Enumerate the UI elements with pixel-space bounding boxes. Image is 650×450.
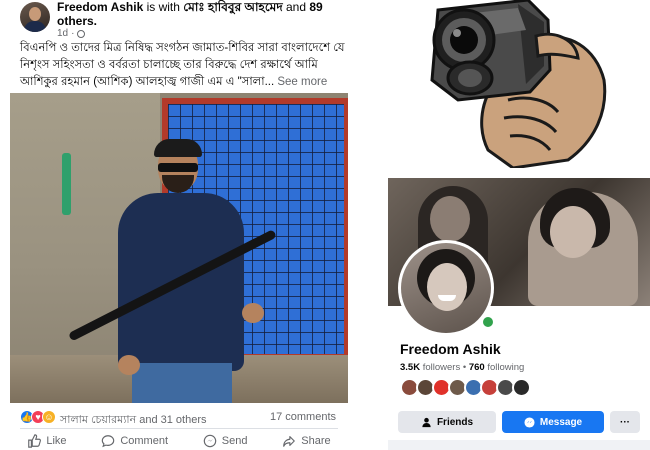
mutual-friends-avatars[interactable]	[400, 378, 531, 397]
profile-bottom-strip	[388, 440, 650, 450]
photo-man-sunglasses	[158, 163, 198, 172]
thumbs-up-icon	[28, 434, 42, 448]
profile-picture[interactable]	[398, 240, 494, 336]
followers-label[interactable]: followers	[423, 362, 461, 373]
and-text: and	[285, 0, 307, 14]
haha-reaction-icon: ☺	[42, 410, 56, 424]
following-count[interactable]: 760	[469, 362, 485, 373]
comments-count[interactable]: 17 comments	[270, 411, 336, 423]
share-label: Share	[301, 435, 331, 447]
gun-pointing-illustration	[430, 0, 607, 168]
friends-icon	[422, 417, 431, 427]
post-header: Freedom Ashik is with মোঃ হাবিবুর আহমেদ …	[10, 0, 348, 39]
reactions-bar: 👍 ♥ ☺ সালাম চেয়ারম্যান and 31 others 17…	[10, 408, 348, 426]
comment-button[interactable]: Comment	[101, 432, 168, 450]
photo-man-cap	[154, 139, 202, 157]
share-icon	[283, 436, 296, 447]
following-label[interactable]: following	[487, 362, 524, 373]
message-button[interactable]: Message	[502, 411, 604, 433]
messenger-icon	[203, 434, 217, 448]
post-photo[interactable]	[10, 93, 348, 403]
profile-name: Freedom Ashik	[400, 341, 501, 357]
stats-separator: •	[462, 362, 467, 373]
cover-face-right	[550, 206, 596, 258]
messenger-icon	[524, 416, 535, 428]
author-avatar[interactable]	[20, 2, 50, 32]
tagged-name[interactable]: মোঃ হাবিবুর আহমেদ	[183, 0, 282, 14]
share-button[interactable]: Share	[282, 432, 331, 450]
message-button-label: Message	[539, 416, 583, 428]
photo-man-hand-left	[118, 355, 140, 375]
cover-face-left	[430, 196, 470, 242]
globe-icon	[77, 29, 86, 38]
post-header-text: Freedom Ashik is with মোঃ হাবিবুর আহমেদ …	[57, 0, 342, 28]
reaction-icons[interactable]: 👍 ♥ ☺	[20, 410, 56, 424]
post-actions: Like Comment Send Share	[10, 432, 348, 450]
like-button[interactable]: Like	[27, 432, 67, 450]
online-status-dot	[481, 315, 495, 329]
comment-label: Comment	[120, 435, 169, 447]
friends-button-label: Friends	[436, 416, 474, 428]
more-options-button[interactable]: ···	[610, 411, 640, 433]
photo-man-hand-right	[242, 303, 264, 323]
author-name[interactable]: Freedom Ashik	[57, 0, 143, 14]
photo-man-jeans	[132, 363, 232, 403]
profile-buttons: Friends Message ···	[398, 411, 644, 433]
profile-stats: 3.5K followers • 760 following	[400, 362, 524, 373]
with-text: is with	[146, 0, 180, 14]
facebook-profile-card: Freedom Ashik 3.5K followers • 760 follo…	[388, 178, 650, 450]
see-more-link[interactable]: See more	[277, 76, 327, 88]
friends-button[interactable]: Friends	[398, 411, 496, 433]
post-time[interactable]: 1d	[57, 28, 68, 39]
photo-wall-mark	[62, 153, 71, 215]
send-button[interactable]: Send	[203, 432, 248, 450]
facebook-post: Freedom Ashik is with মোঃ হাবিবুর আহমেদ …	[10, 0, 348, 450]
send-label: Send	[221, 435, 248, 447]
comment-icon	[102, 435, 115, 448]
post-meta: 1d ·	[57, 28, 86, 39]
more-icon: ···	[620, 416, 630, 428]
like-label: Like	[46, 435, 67, 447]
friend-avatar[interactable]	[512, 378, 531, 397]
actions-divider	[20, 428, 338, 429]
post-body: বিএনপি ও তাদের মিত্র নিষিদ্ধ সংগঠন জামাত…	[20, 40, 345, 91]
followers-count[interactable]: 3.5K	[400, 362, 420, 373]
